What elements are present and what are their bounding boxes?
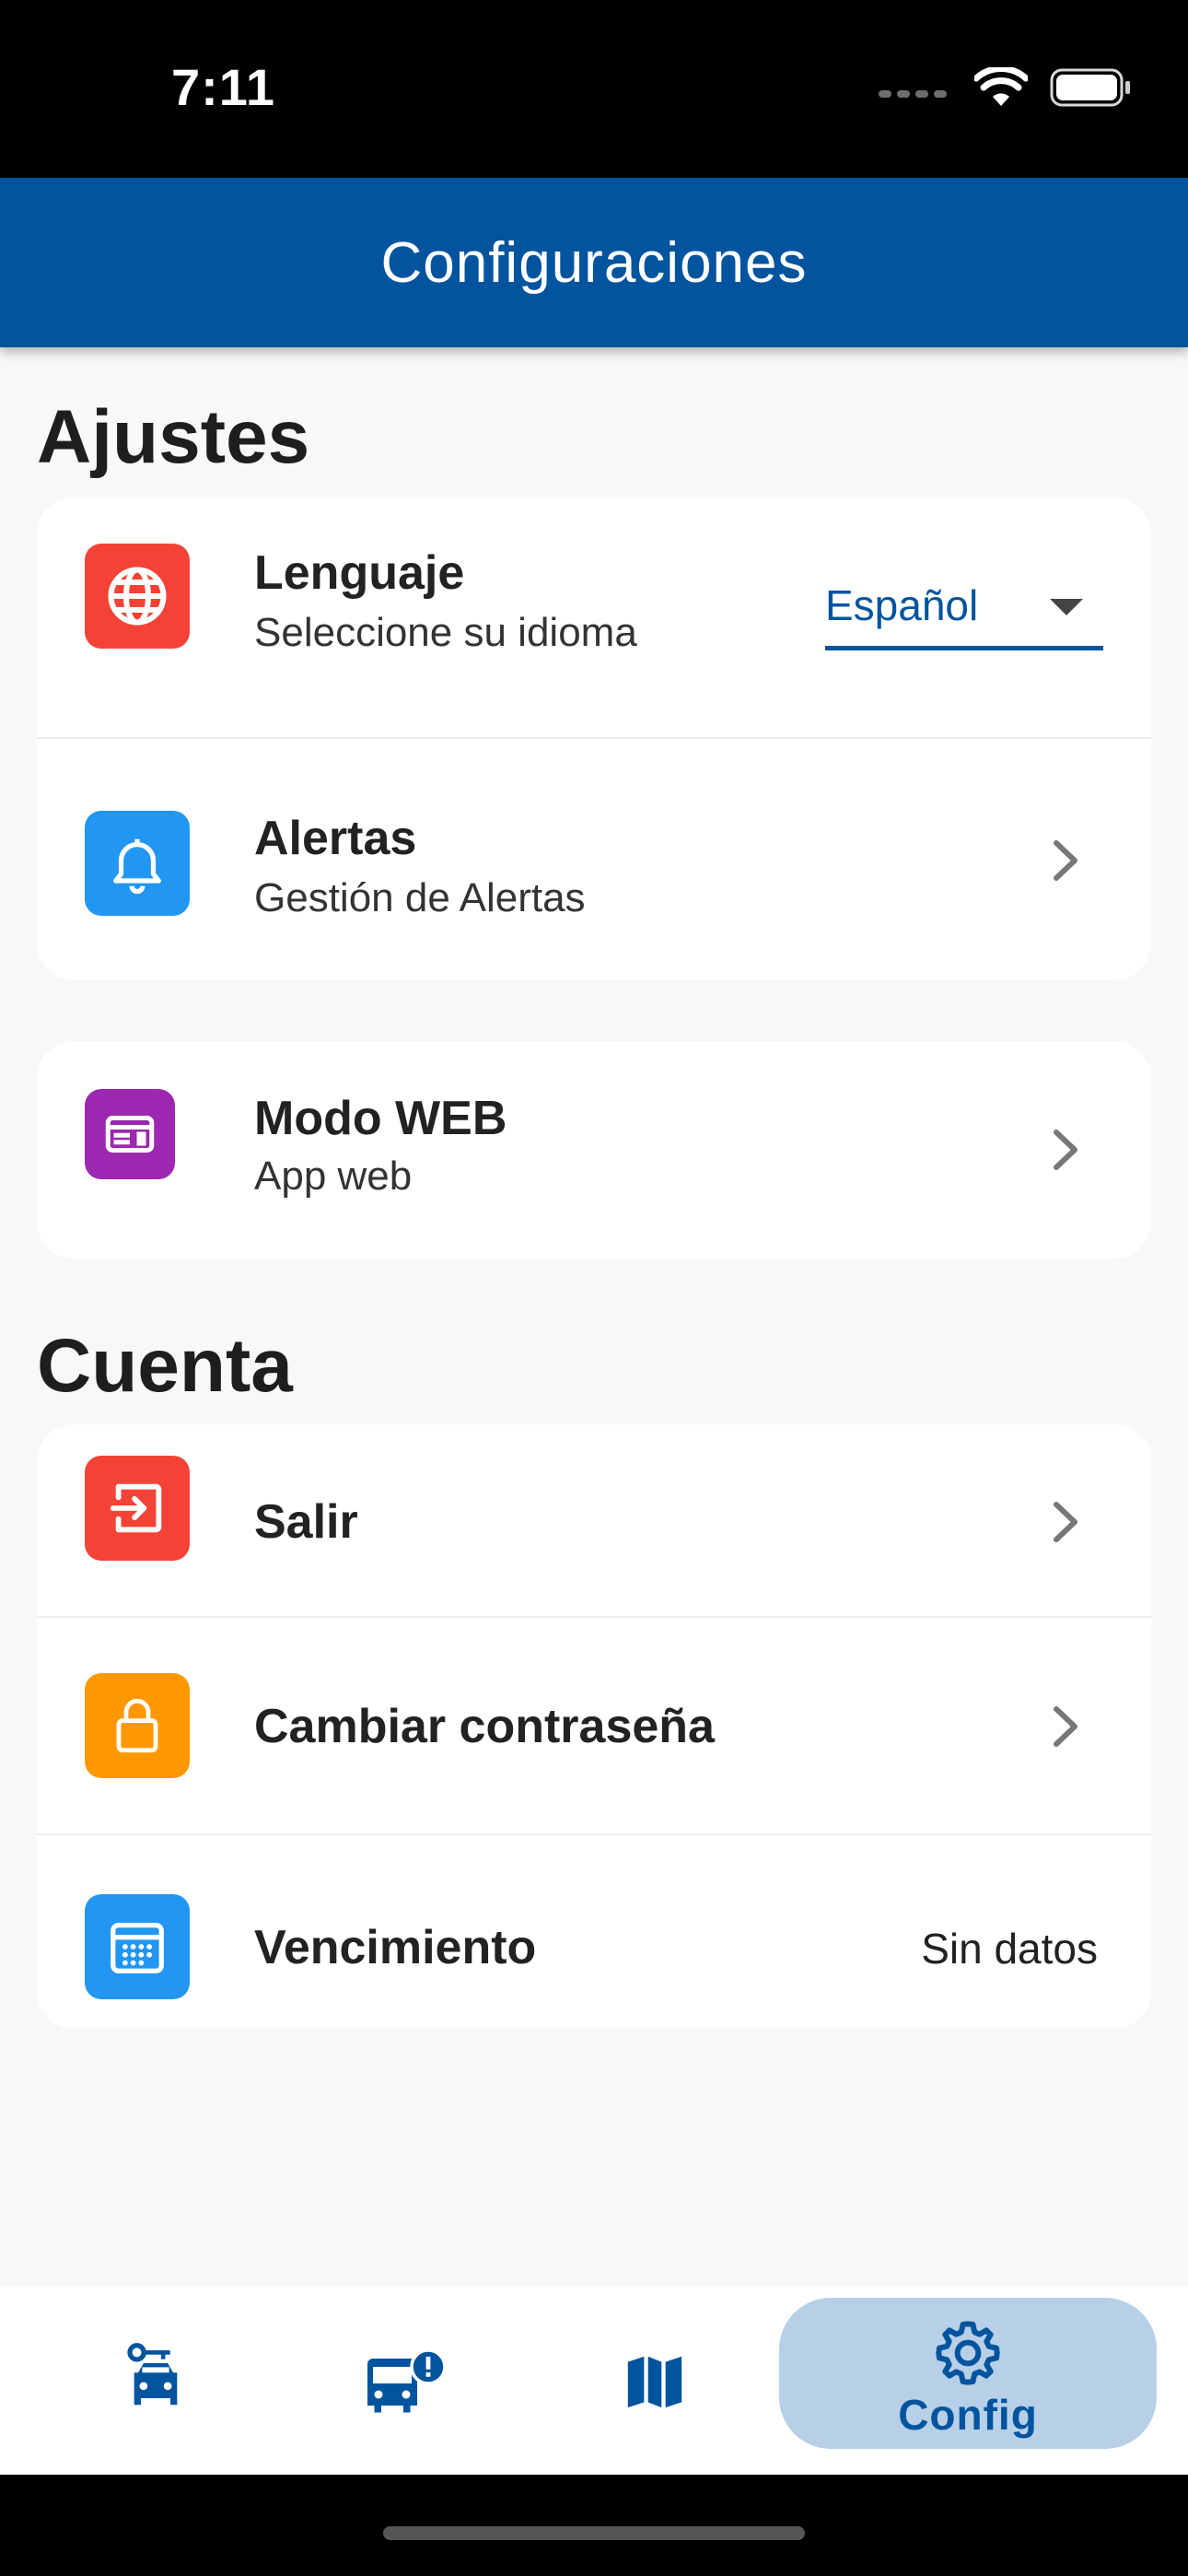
logout-row[interactable]: Salir: [37, 1424, 1151, 1618]
bottom-navigation: Config: [0, 2287, 1188, 2475]
chevron-right-icon: [1054, 1130, 1077, 1170]
language-row: Lenguaje Seleccione su idioma Español: [37, 498, 1151, 739]
dropdown-arrow-icon: [1050, 599, 1083, 615]
settings-card: Lenguaje Seleccione su idioma Español Al…: [37, 498, 1151, 980]
status-icons: [879, 64, 1133, 111]
battery-icon: [1050, 68, 1130, 107]
status-bar: 7:11: [0, 0, 1188, 178]
page-title: Configuraciones: [380, 230, 808, 295]
web-mode-subtitle: App web: [254, 1153, 413, 1199]
car-key-icon: [127, 2343, 178, 2406]
status-time: 7:11: [171, 58, 275, 116]
settings-screen: 7:11 Configuraciones Ajustes Lenguaje Se…: [0, 0, 1188, 2576]
chevron-right-icon: [1054, 840, 1077, 881]
nav-item-map[interactable]: [586, 2287, 724, 2475]
alerts-title: Alertas: [254, 812, 417, 865]
logout-title: Salir: [254, 1495, 358, 1549]
logout-icon: [85, 1456, 190, 1561]
language-title: Lenguaje: [254, 546, 465, 600]
expiration-title: Vencimiento: [254, 1921, 537, 1974]
home-indicator-area: [0, 2475, 1188, 2576]
language-subtitle: Seleccione su idioma: [254, 610, 637, 655]
alerts-row[interactable]: Alertas Gestión de Alertas: [37, 739, 1151, 980]
change-password-row[interactable]: Cambiar contraseña: [37, 1618, 1151, 1835]
account-card: Salir Cambiar contraseña Vencimiento Sin…: [37, 1424, 1151, 2029]
language-dropdown[interactable]: Español: [825, 575, 1103, 650]
bell-icon: [85, 811, 190, 916]
chevron-right-icon: [1054, 1706, 1077, 1747]
section-title-account: Cuenta: [37, 1324, 293, 1408]
nav-item-vehicles[interactable]: [87, 2287, 225, 2475]
change-password-title: Cambiar contraseña: [254, 1700, 715, 1753]
app-bar: Configuraciones: [0, 178, 1188, 347]
lock-icon: [85, 1673, 190, 1778]
home-indicator[interactable]: [383, 2526, 805, 2540]
cellular-signal-icon: [879, 90, 947, 98]
map-icon: [627, 2356, 682, 2408]
web-mode-row[interactable]: Modo WEB App web: [37, 1041, 1151, 1259]
wifi-icon: [974, 67, 1028, 106]
chevron-right-icon: [1054, 1502, 1077, 1542]
web-mode-card: Modo WEB App web: [37, 1041, 1151, 1259]
expiration-value: Sin datos: [921, 1925, 1098, 1973]
nav-item-config[interactable]: Config: [779, 2298, 1157, 2449]
nav-label-config: Config: [898, 2391, 1038, 2439]
bus-alert-icon: [367, 2348, 447, 2413]
gear-icon: [936, 2321, 1000, 2385]
web-page-icon: [85, 1089, 175, 1179]
calendar-icon: [85, 1894, 190, 1999]
alerts-subtitle: Gestión de Alertas: [254, 875, 586, 920]
expiration-row: Vencimiento Sin datos: [37, 1835, 1151, 2029]
language-dropdown-value: Español: [825, 581, 979, 629]
nav-item-bus-alerts[interactable]: [337, 2287, 475, 2475]
web-mode-title: Modo WEB: [254, 1092, 507, 1145]
globe-icon: [85, 544, 190, 649]
section-title-settings: Ajustes: [37, 395, 310, 479]
